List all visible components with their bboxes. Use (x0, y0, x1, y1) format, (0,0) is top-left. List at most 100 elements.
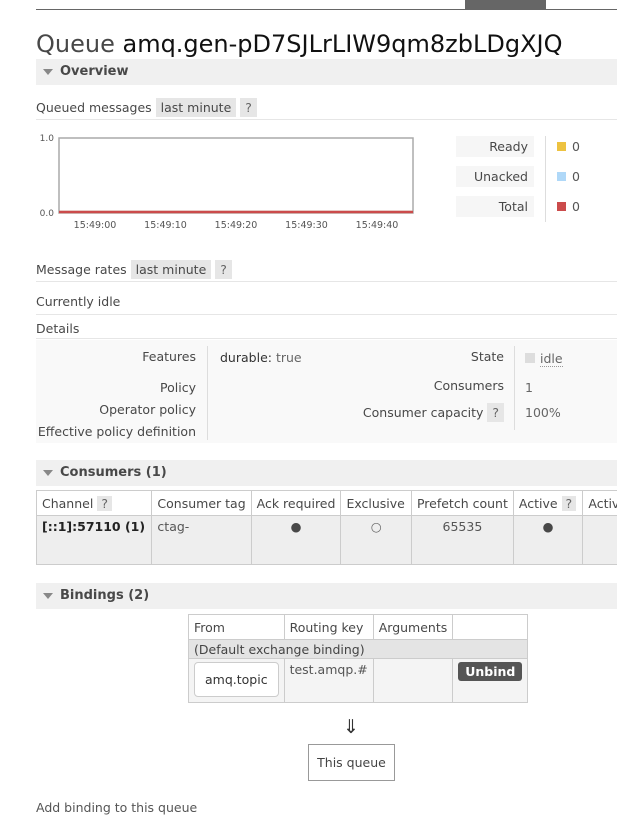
ack-required-indicator: ● (251, 516, 341, 565)
collapse-triangle-icon (43, 593, 53, 599)
legend-divider (545, 136, 546, 222)
x-tick-label: 15:49:30 (285, 220, 328, 231)
consumer-capacity-label: Consumer capacity (363, 405, 483, 420)
legend-swatch-unacked (557, 172, 566, 181)
rates-range-selector[interactable]: last minute (131, 260, 212, 279)
col-header-routing-key: Routing key (284, 615, 373, 640)
chart-legend: Ready 0 Unacked 0 Total 0 (456, 136, 596, 226)
bindings-section-label: Bindings (2) (60, 588, 149, 603)
queued-messages-chart: 0.01.015:49:0015:49:1015:49:2015:49:3015… (30, 130, 430, 235)
policy-label: Policy (36, 380, 196, 395)
active-indicator: ● (513, 516, 582, 565)
help-icon[interactable]: ? (215, 260, 232, 279)
queue-name: amq.gen-pD7SJLrLIW9qm8zbLDgXJQ (122, 30, 562, 58)
divider (36, 338, 617, 339)
help-icon[interactable]: ? (97, 496, 112, 511)
col-header-ack-required: Ack required (251, 491, 341, 516)
help-icon[interactable]: ? (240, 98, 257, 117)
consumer-tag: ctag- (152, 516, 251, 565)
actions-cell: Unbind (453, 659, 528, 703)
currently-idle-text: Currently idle (36, 294, 120, 309)
col-header-active: Active ? (513, 491, 582, 516)
consumer-capacity-label-wrap: Consumer capacity ? (340, 403, 504, 422)
table-row: (Default exchange binding) (189, 640, 528, 659)
divider (36, 119, 617, 120)
col-header-channel: Channel ? (37, 491, 152, 516)
col-header-channel-label: Channel (42, 496, 93, 511)
divider (36, 281, 617, 282)
prefetch-count: 65535 (411, 516, 513, 565)
table-row[interactable]: [::1]:57110 (1) ctag- ● ○ 65535 ● (37, 516, 617, 565)
title-prefix: Queue (36, 30, 115, 58)
column-divider (207, 346, 208, 440)
col-header-prefetch-count: Prefetch count (411, 491, 513, 516)
consumers-section-header[interactable]: Consumers (1) (36, 460, 617, 486)
durable-key: durable: (220, 350, 272, 365)
legend-label-total: Total (456, 196, 534, 217)
table-row: amq.topic test.amqp.# Unbind (189, 659, 528, 703)
activity-cell (583, 516, 617, 565)
features-value: durable: true (220, 350, 302, 365)
x-tick-label: 15:49:40 (356, 220, 399, 231)
col-header-exclusive: Exclusive (341, 491, 412, 516)
help-icon[interactable]: ? (562, 496, 577, 511)
legend-value-unacked: 0 (572, 169, 580, 184)
state-label: State (340, 349, 504, 364)
plot-area (59, 138, 413, 213)
consumers-table-wrap: Channel ? Consumer tag Ack required Excl… (36, 490, 617, 566)
page-title: Queue amq.gen-pD7SJLrLIW9qm8zbLDgXJQ (36, 30, 563, 58)
from-cell: amq.topic (189, 659, 285, 703)
routing-key: test.amqp.# (284, 659, 373, 703)
durable-value: true (276, 350, 302, 365)
consumer-capacity-value: 100% (525, 405, 561, 420)
x-tick-label: 15:49:00 (74, 220, 117, 231)
col-header-from: From (189, 615, 285, 640)
this-queue-box: This queue (308, 744, 395, 781)
legend-swatch-ready (557, 142, 566, 151)
legend-value-ready: 0 (572, 139, 580, 154)
exclusive-indicator: ○ (341, 516, 412, 565)
state-value: idle (540, 351, 563, 367)
help-icon[interactable]: ? (487, 403, 504, 422)
unbind-button[interactable]: Unbind (458, 662, 522, 681)
x-tick-label: 15:49:10 (144, 220, 187, 231)
consumers-section-label: Consumers (1) (60, 465, 167, 480)
bindings-table: From Routing key Arguments (Default exch… (188, 614, 528, 703)
arguments-cell (373, 659, 453, 703)
col-header-arguments: Arguments (373, 615, 453, 640)
active-nav-tab[interactable] (465, 0, 546, 10)
message-rates-label: Message rates (36, 262, 127, 277)
col-header-active-label: Active (519, 496, 558, 511)
overview-label: Overview (60, 64, 129, 79)
table-header-row: Channel ? Consumer tag Ack required Excl… (37, 491, 617, 516)
col-header-consumer-tag: Consumer tag (152, 491, 251, 516)
legend-value-total: 0 (572, 199, 580, 214)
x-tick-label: 15:49:20 (215, 220, 258, 231)
consumer-channel-link[interactable]: [::1]:57110 (1) (37, 516, 152, 565)
queued-messages-header: Queued messages last minute ? (36, 98, 257, 117)
col-header-activity: Activit (583, 491, 617, 516)
divider (36, 314, 617, 315)
column-divider (514, 346, 515, 430)
legend-label-ready: Ready (456, 136, 534, 157)
collapse-triangle-icon (43, 69, 53, 75)
consumers-value: 1 (525, 380, 533, 395)
y-tick-label: 1.0 (40, 134, 55, 144)
legend-label-unacked: Unacked (456, 166, 534, 187)
details-label: Details (36, 321, 79, 336)
add-binding-link[interactable]: Add binding to this queue (36, 800, 197, 815)
table-header-row: From Routing key Arguments (189, 615, 528, 640)
default-exchange-binding: (Default exchange binding) (189, 640, 528, 659)
down-arrow-icon: ⇓ (338, 716, 364, 738)
operator-policy-label: Operator policy (36, 402, 196, 417)
collapse-triangle-icon (43, 470, 53, 476)
consumers-label: Consumers (340, 378, 504, 393)
from-exchange-link[interactable]: amq.topic (194, 662, 279, 697)
overview-section-header[interactable]: Overview (36, 59, 617, 85)
queued-range-selector[interactable]: last minute (156, 98, 237, 117)
effective-policy-label: Effective policy definition (36, 424, 196, 439)
bindings-section-header[interactable]: Bindings (2) (36, 583, 617, 609)
col-header-actions (453, 615, 528, 640)
queued-messages-label: Queued messages (36, 100, 152, 115)
consumers-table: Channel ? Consumer tag Ack required Excl… (36, 490, 617, 565)
